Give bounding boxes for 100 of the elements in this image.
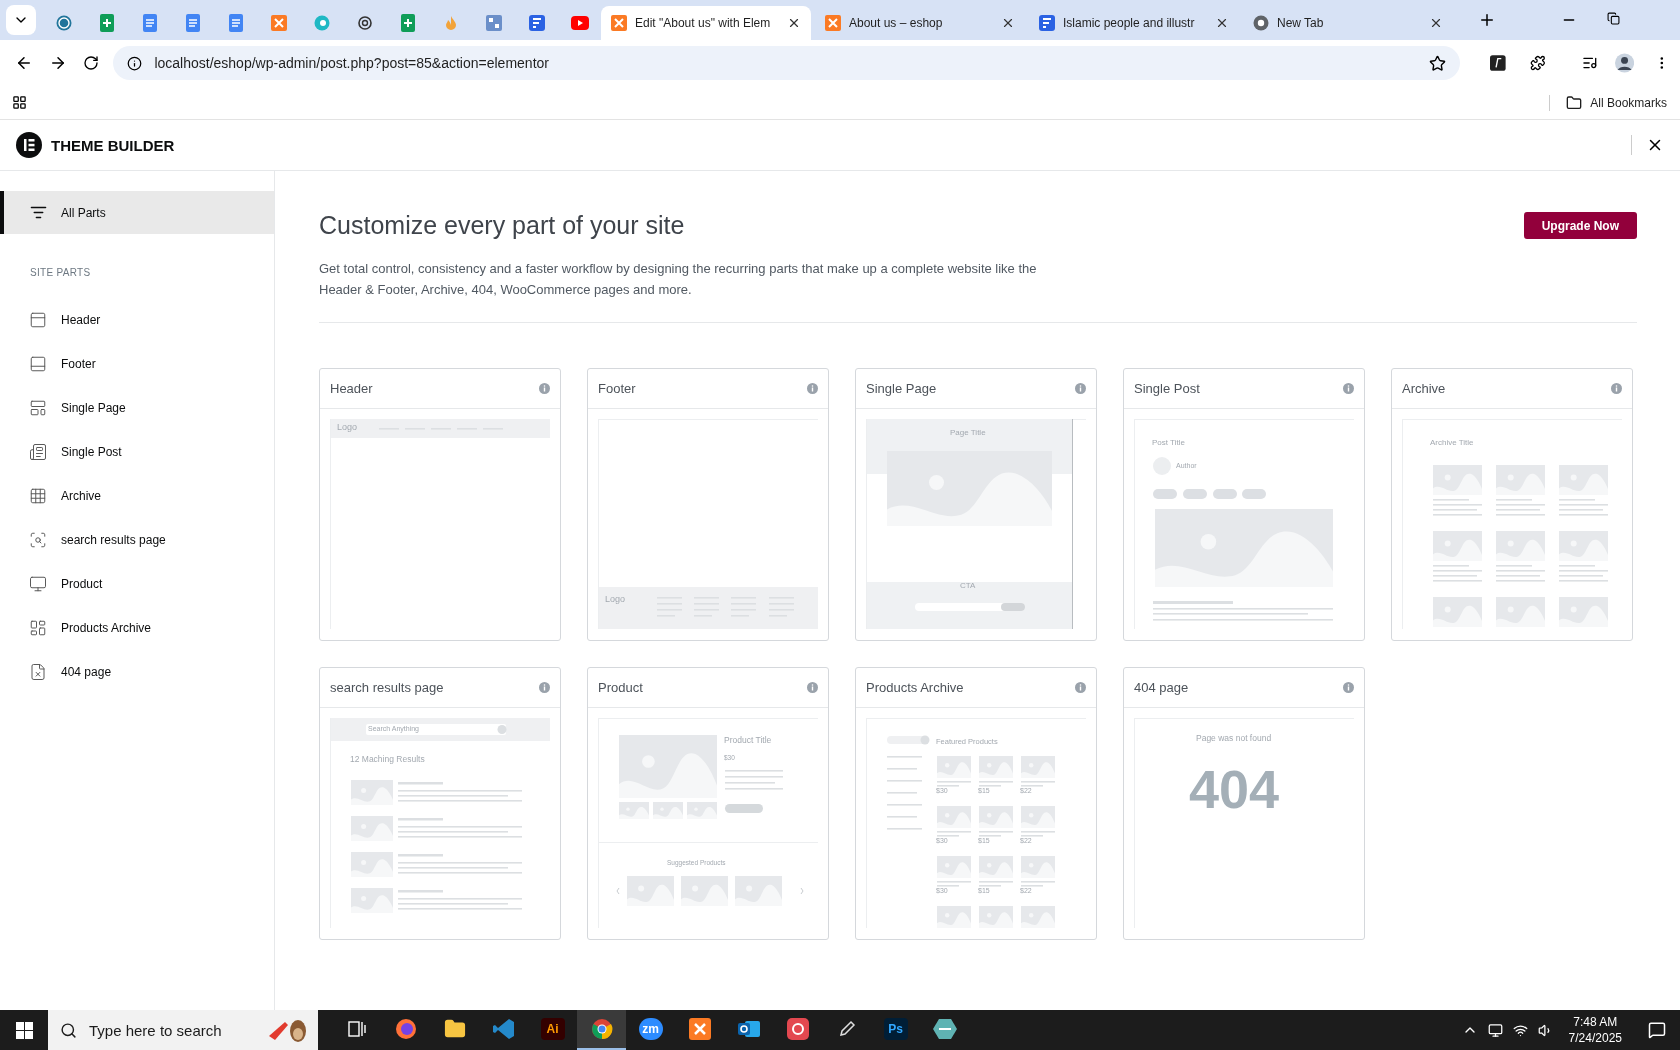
sidebar-item[interactable]: All Parts <box>0 191 274 234</box>
cta-placeholder: CTA <box>960 582 976 591</box>
taskbar-search-box[interactable]: Type here to search <box>48 1010 318 1050</box>
page-description: Get total control, consistency and a faster workflow by designing the recurring parts that make up a complete website like the Header & Footer, Archive, 404, WooCommerce pages and more. <box>319 260 1038 299</box>
sidebar-label: Footer <box>61 357 96 371</box>
template-card[interactable]: 404 page Page was not found 404 <box>1123 667 1365 940</box>
card-title: search results page <box>330 680 444 695</box>
bookmarks-label: All Bookmarks <box>1590 95 1667 110</box>
tab-search-button[interactable] <box>6 5 36 35</box>
zoom-icon: zm <box>638 1018 663 1040</box>
pen-icon <box>837 1020 856 1038</box>
search-page-icon <box>29 531 47 549</box>
header-layout-icon <box>29 311 47 329</box>
search-icon <box>60 1021 77 1039</box>
browser-tab[interactable]: New Tab <box>1243 6 1453 40</box>
elementor-logo-icon <box>16 132 42 158</box>
logo-placeholder: Logo <box>337 423 358 433</box>
folder-icon <box>1566 94 1583 111</box>
archive-title-placeholder: Archive Title <box>1430 439 1474 448</box>
form-icon <box>1039 15 1055 31</box>
knot-icon <box>356 15 373 31</box>
sidebar-item[interactable]: Products Archive <box>0 606 274 650</box>
dashboard-layout-icon <box>29 619 47 637</box>
device-icon[interactable] <box>1487 1022 1503 1038</box>
clock-date[interactable]: 7/24/2025 <box>1568 1030 1622 1046</box>
filter-icon <box>30 204 47 221</box>
document-icon <box>185 14 200 32</box>
close-icon[interactable] <box>1215 16 1229 30</box>
app-title: THEME BUILDER <box>51 136 175 154</box>
page-heading: Customize every part of your site <box>319 211 686 240</box>
close-icon[interactable] <box>787 16 801 30</box>
sidebar-item[interactable]: 404 page <box>0 650 274 694</box>
server-icon <box>270 15 287 31</box>
server-icon <box>688 1018 711 1040</box>
apps-icon[interactable] <box>12 95 27 110</box>
sidebar-label: Header <box>61 313 101 327</box>
sidebar-item[interactable]: Product <box>0 562 274 606</box>
browser-tab[interactable]: About us – eshop <box>815 6 1025 40</box>
template-card[interactable]: Footer Logo <box>587 368 829 641</box>
task-view-icon <box>347 1021 366 1037</box>
card-title: Footer <box>598 381 636 396</box>
results-placeholder: 12 Maching Results <box>350 755 425 765</box>
play-icon <box>570 16 589 30</box>
search-field[interactable]: Type here to search <box>87 1020 257 1040</box>
server-icon <box>611 15 627 31</box>
card-title: Archive <box>1402 381 1446 396</box>
grid-icon <box>485 15 502 31</box>
sidebar-item[interactable]: search results page <box>0 518 274 562</box>
reload-icon <box>83 55 100 71</box>
template-card[interactable]: Single Page Page Title CTA <box>855 368 1097 641</box>
notifications-icon[interactable] <box>1648 1021 1666 1039</box>
taskbar-app[interactable]: Ps <box>871 1010 920 1050</box>
folder-icon <box>443 1018 466 1040</box>
post-layout-icon <box>29 443 47 461</box>
sidebar-item[interactable]: Footer <box>0 342 274 386</box>
card-title: Products Archive <box>866 680 964 695</box>
avatar-icon[interactable] <box>1615 52 1635 74</box>
template-card[interactable]: Archive Archive Title <box>1391 368 1633 641</box>
globe-icon <box>55 15 72 31</box>
monitor-icon <box>29 575 47 593</box>
photoshop-icon: Ps <box>883 1018 908 1040</box>
not-found-message: Page was not found <box>1196 734 1272 744</box>
mail-icon <box>736 1018 761 1040</box>
card-title: Single Post <box>1134 381 1200 396</box>
template-card[interactable]: Header Logo <box>319 368 561 641</box>
sidebar-label: All Parts <box>61 205 106 220</box>
gem-icon <box>932 1018 957 1040</box>
logo-placeholder: Logo <box>605 595 626 605</box>
upgrade-button[interactable]: Upgrade Now <box>1523 212 1637 239</box>
taskbar-app[interactable] <box>577 1010 626 1050</box>
sidebar-label: Products Archive <box>61 621 152 635</box>
sidebar-item[interactable]: Header <box>0 298 274 342</box>
sidebar-label: Product <box>61 577 103 591</box>
sidebar-item[interactable]: Single Post <box>0 430 274 474</box>
restore-icon[interactable] <box>1607 12 1620 25</box>
address-bar[interactable]: localhost/eshop/wp-admin/post.php?post=85&action=elementor <box>113 46 1461 80</box>
star-icon[interactable] <box>1429 54 1447 72</box>
card-title: Single Page <box>866 381 937 396</box>
plus-icon <box>1478 11 1496 29</box>
all-bookmarks-link[interactable]: All Bookmarks <box>1549 94 1667 111</box>
document-icon <box>142 14 157 32</box>
close-icon[interactable] <box>1429 16 1443 30</box>
clock-time[interactable]: 7:48 AM <box>1573 1014 1618 1030</box>
close-icon[interactable] <box>1001 16 1015 30</box>
info-icon[interactable] <box>127 55 143 71</box>
browser-tab[interactable]: Islamic people and illustr <box>1029 6 1239 40</box>
spreadsheet-icon <box>400 14 415 32</box>
footer-layout-icon <box>29 355 47 373</box>
cloud-icon <box>786 1018 809 1040</box>
section-title: SITE PARTS <box>29 266 92 280</box>
network-icon[interactable] <box>1512 1022 1528 1038</box>
extension-icon[interactable] <box>1490 54 1506 72</box>
sidebar-item[interactable]: Single Page <box>0 386 274 430</box>
page-layout-icon <box>29 399 47 417</box>
document-icon <box>228 14 243 32</box>
taskbar-app[interactable]: Ai <box>528 1010 577 1050</box>
browser-tab[interactable]: Edit "About us" with Elem <box>601 6 811 40</box>
puzzle-icon[interactable] <box>1530 54 1546 72</box>
sidebar-item[interactable]: Archive <box>0 474 274 518</box>
product-title-placeholder: Product Title <box>724 736 772 746</box>
